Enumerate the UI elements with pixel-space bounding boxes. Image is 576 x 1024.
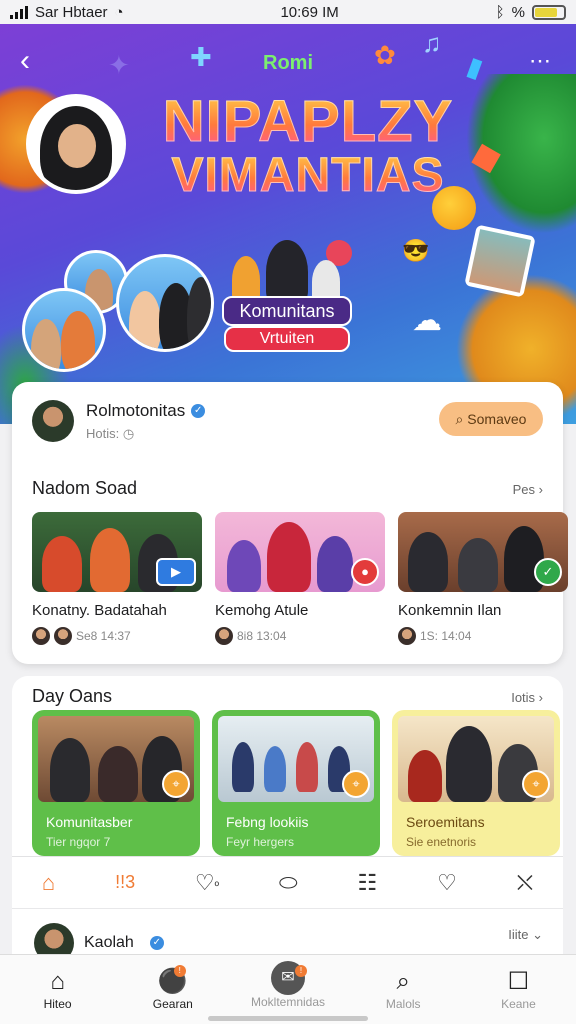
section-title: Nadom Soad bbox=[32, 478, 138, 498]
verified-icon: ✓ bbox=[149, 936, 164, 950]
home-indicator bbox=[208, 1016, 368, 1021]
group-subtitle: Sie enetnoris bbox=[406, 835, 477, 849]
tab-label: Keane bbox=[501, 997, 536, 1011]
groups-card: Day Oans Iotis › ⌖ Komunitasber Tier ngq… bbox=[12, 676, 563, 856]
notification-dot: ! bbox=[173, 965, 186, 977]
like-button[interactable]: ♡º bbox=[195, 870, 219, 896]
event-title: Konkemnin Ilan bbox=[398, 602, 502, 619]
group-photo[interactable] bbox=[226, 234, 346, 304]
profile-subtitle: Hotis: bbox=[86, 425, 120, 441]
home-icon[interactable]: ⌂ bbox=[42, 870, 55, 896]
person-icon[interactable]: ⛌ bbox=[517, 870, 533, 896]
event-meta: 1S: 14:04 bbox=[420, 629, 472, 643]
group-card[interactable]: ⌖ Komunitasber Tier ngqor 7 bbox=[32, 710, 200, 856]
event-title: Kemohg Atule bbox=[215, 602, 309, 619]
avatar bbox=[215, 627, 233, 645]
avatar bbox=[32, 627, 50, 645]
group-badge-icon: ⌖ bbox=[342, 770, 370, 798]
tab-label: Mokltemnidas bbox=[250, 995, 326, 1009]
record-badge-icon: ● bbox=[351, 558, 379, 586]
group-title: Febng lookiis bbox=[226, 814, 309, 830]
tag-icon: ⌕ bbox=[455, 411, 464, 427]
group-thumbnail: ⌖ bbox=[218, 716, 374, 802]
virtual-pill[interactable]: Vrtuiten bbox=[224, 326, 350, 352]
profile-header[interactable]: Rolmotonitas ✓ Hotis: ◷ bbox=[32, 400, 206, 442]
featured-avatar[interactable] bbox=[26, 94, 126, 194]
event-card[interactable]: ▶ Konatny. Badatahah Se8 14:37 bbox=[32, 512, 202, 645]
tab-label: Malols bbox=[385, 997, 421, 1011]
battery-icon bbox=[532, 4, 566, 20]
search-icon: ⌕ bbox=[396, 968, 410, 995]
counter-label[interactable]: !!3 bbox=[115, 872, 135, 893]
bluetooth-icon: ᛒ bbox=[495, 3, 505, 21]
community-pill[interactable]: Komunitans bbox=[222, 296, 352, 326]
event-meta: Se8 14:37 bbox=[76, 629, 131, 643]
verified-icon: ✓ bbox=[191, 404, 206, 419]
wifi-icon: ◔ bbox=[114, 3, 124, 21]
clock-icon: ◷ bbox=[122, 425, 135, 441]
avatar bbox=[398, 627, 416, 645]
status-bar: Sar Hbtaer ◔ 10:69 IM ᛒ % bbox=[0, 0, 576, 24]
event-title: Konatny. Badatahah bbox=[32, 602, 167, 619]
tab-community[interactable]: ✉ ! Mokltemnidas bbox=[230, 955, 345, 1024]
group-subtitle: Tier ngqor 7 bbox=[46, 835, 111, 849]
avatar bbox=[54, 627, 72, 645]
tab-groups[interactable]: ⚫ ! Gearan bbox=[115, 955, 230, 1024]
avatar[interactable] bbox=[32, 400, 74, 442]
banner-kicker: Romi bbox=[263, 52, 313, 74]
heart-icon[interactable]: ♡ bbox=[437, 870, 457, 896]
profile-icon: ☐ bbox=[507, 968, 530, 995]
event-card[interactable]: ● Kemohg Atule 8i8 13:04 bbox=[215, 512, 385, 645]
group-badge-icon: ⌖ bbox=[162, 770, 190, 798]
see-all-link[interactable]: Pes › bbox=[513, 482, 543, 497]
tab-label: Gearan bbox=[152, 997, 193, 1011]
group-card[interactable]: ⌖ Seroemitans Sie enetnoris bbox=[392, 710, 560, 856]
signal-icon bbox=[10, 5, 28, 19]
carrier-label: Sar Hbtaer bbox=[35, 3, 108, 21]
event-meta: 8i8 13:04 bbox=[237, 629, 287, 643]
note-icon[interactable]: ☷ bbox=[358, 870, 378, 896]
see-all-link[interactable]: Iiite ⌄ bbox=[508, 927, 543, 943]
follow-button[interactable]: ⌕ Somaveo bbox=[439, 402, 543, 436]
section-title: Day Oans bbox=[32, 686, 113, 706]
see-all-link[interactable]: Iotis › bbox=[511, 690, 543, 705]
comment-icon[interactable]: ⬭ bbox=[279, 870, 298, 896]
hero-banner: ‹ ⋯ ✚ ✦ ✿ ♫ ▮ ◆ 😎 ☁ Romi NIPAPLZY VIMANT… bbox=[0, 24, 576, 424]
tab-label: Hiteo bbox=[43, 997, 72, 1011]
event-thumbnail: ● bbox=[215, 512, 385, 592]
profile-card: Rolmotonitas ✓ Hotis: ◷ ⌕ Somaveo Nadom S… bbox=[12, 382, 568, 664]
photo-sticker bbox=[464, 224, 536, 298]
like-count: º bbox=[214, 878, 220, 893]
status-time: 10:69 IM bbox=[280, 3, 339, 21]
event-thumbnail: ✓ bbox=[398, 512, 568, 592]
status-indicator: % bbox=[511, 3, 525, 21]
group-subtitle: Feyr hergers bbox=[226, 835, 295, 849]
event-card[interactable]: ✓ Konkemnin Ilan 1S: 14:04 bbox=[398, 512, 568, 645]
bottom-tab-bar: ⌂ Hiteo ⚫ ! Gearan ✉ ! Mokltemnidas ⌕ Ma… bbox=[0, 954, 576, 1024]
group-thumbnail: ⌖ bbox=[398, 716, 554, 802]
event-thumbnail: ▶ bbox=[32, 512, 202, 592]
group-title: Komunitasber bbox=[46, 814, 133, 830]
tab-home[interactable]: ⌂ Hiteo bbox=[0, 955, 115, 1024]
cloud-icon: ☁ bbox=[412, 304, 442, 337]
profile-name: Rolmotonitas bbox=[86, 400, 186, 420]
group-card[interactable]: ⌖ Febng lookiis Feyr hergers bbox=[212, 710, 380, 856]
follow-button-label: Somaveo bbox=[467, 411, 527, 427]
group-badge-icon: ⌖ bbox=[522, 770, 550, 798]
member-photo-circle[interactable] bbox=[22, 288, 106, 372]
action-bar: ⌂ !!3 ♡º ⬭ ☷ ♡ ⛌ bbox=[12, 856, 563, 908]
tab-profile[interactable]: ☐ Keane bbox=[461, 955, 576, 1024]
sunglasses-emoji-icon: 😎 bbox=[402, 238, 430, 263]
member-photo-circle[interactable] bbox=[116, 254, 214, 352]
check-badge-icon: ✓ bbox=[534, 558, 562, 586]
group-thumbnail: ⌖ bbox=[38, 716, 194, 802]
home-icon: ⌂ bbox=[50, 968, 65, 995]
play-badge-icon: ▶ bbox=[156, 558, 196, 586]
post-author: Kaolah bbox=[84, 934, 134, 951]
group-title: Seroemitans bbox=[406, 814, 485, 830]
tab-search[interactable]: ⌕ Malols bbox=[346, 955, 461, 1024]
notification-dot: ! bbox=[295, 965, 307, 977]
